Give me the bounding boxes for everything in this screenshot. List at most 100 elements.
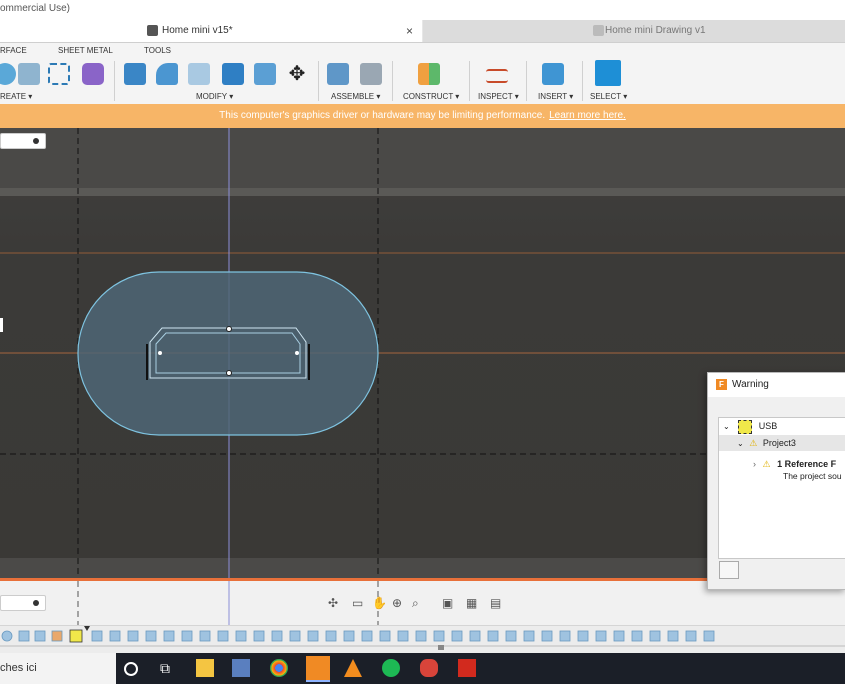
timeline-feature[interactable] [343,630,355,642]
timeline-feature[interactable] [181,630,193,642]
timeline-feature[interactable] [379,630,391,642]
timeline-feature[interactable] [631,630,643,642]
timeline-feature[interactable] [145,630,157,642]
timeline-feature[interactable] [199,630,211,642]
construct-menu[interactable]: CONSTRUCT ▾ [403,92,459,101]
joint-icon[interactable] [360,63,382,85]
fusion-360-icon[interactable] [306,656,330,682]
sketch-point-bottom[interactable] [226,370,232,376]
workspace-tab-surface[interactable]: RFACE [0,46,27,55]
timeline-feature[interactable] [469,630,481,642]
timeline-feature[interactable] [325,630,337,642]
app-icon-red[interactable] [420,659,438,677]
timeline-feature[interactable] [217,630,229,642]
timeline-scroll-handle[interactable] [438,645,444,650]
timeline-marker-icon[interactable] [84,626,90,631]
insert-image-icon[interactable] [542,63,564,85]
timeline-feature[interactable] [415,630,427,642]
tree-row-usb[interactable]: ⌄ USB [723,418,777,434]
tree-row-project3[interactable]: ⌄ ⚠ Project3 [719,435,845,451]
slot-profile[interactable] [77,271,379,436]
select-menu[interactable]: SELECT ▾ [590,92,627,101]
dialog-header[interactable]: F Warning [708,373,845,397]
timeline-feature[interactable] [487,630,499,642]
timeline-active-sketch[interactable] [69,629,83,643]
insert-menu[interactable]: INSERT ▾ [538,92,573,101]
timeline-feature[interactable] [703,630,715,642]
timeline-feature[interactable] [559,630,571,642]
timeline-feature[interactable] [613,630,625,642]
timeline-feature[interactable] [34,630,46,642]
select-icon[interactable] [595,60,621,86]
press-pull-icon[interactable] [124,63,146,85]
timeline-feature[interactable] [127,630,139,642]
timeline-feature[interactable] [577,630,589,642]
modify-menu[interactable]: MODIFY ▾ [196,92,233,101]
spotify-icon[interactable] [382,659,400,677]
measure-icon[interactable] [486,69,508,83]
new-component-icon[interactable] [327,63,349,85]
sketch-point-top[interactable] [226,326,232,332]
copy-icon[interactable] [719,561,739,579]
display-settings-icon[interactable]: ▣ [442,596,453,610]
timeline-feature[interactable] [307,630,319,642]
fillet-icon[interactable] [156,63,178,85]
timeline-feature[interactable] [271,630,283,642]
assemble-menu[interactable]: ASSEMBLE ▾ [331,92,380,101]
timeline-feature[interactable] [433,630,445,642]
timeline-feature[interactable] [253,630,265,642]
timeline-feature[interactable] [109,630,121,642]
combine-icon[interactable] [222,63,244,85]
offset-plane-icon[interactable] [418,63,440,85]
timeline-feature[interactable] [163,630,175,642]
zoom-icon[interactable]: ⊕ [392,596,402,610]
learn-more-link[interactable]: Learn more here. [549,110,626,121]
close-icon[interactable]: × [406,20,413,42]
pan-icon[interactable]: ✋ [372,596,387,610]
orbit-icon[interactable]: ✣ [328,596,338,610]
move-icon[interactable]: ✥ [286,63,308,85]
chrome-icon[interactable] [270,659,288,677]
timeline-feature[interactable] [235,630,247,642]
tab-home-mini[interactable]: Home mini v15* × [0,20,422,42]
chevron-down-icon[interactable]: ⌄ [723,422,730,431]
timeline-feature[interactable] [523,630,535,642]
timeline-feature[interactable] [541,630,553,642]
chevron-down-icon[interactable]: ⌄ [737,439,744,448]
pattern-icon[interactable] [48,63,70,85]
timeline-feature[interactable] [361,630,373,642]
sketch-point-right[interactable] [295,351,299,355]
timeline-feature[interactable] [51,630,63,642]
cortana-icon[interactable] [124,662,138,676]
browser-panel-toggle[interactable] [0,133,46,149]
timeline-feature[interactable] [649,630,661,642]
shell-icon[interactable] [188,63,210,85]
timeline-feature[interactable] [595,630,607,642]
timeline-feature[interactable] [397,630,409,642]
timeline-feature[interactable] [685,630,697,642]
viewports-icon[interactable]: ▤ [490,596,501,610]
task-view-icon[interactable]: ⧉ [160,659,178,677]
timeline-feature[interactable] [667,630,679,642]
sketch-point-left[interactable] [158,351,162,355]
look-at-icon[interactable]: ▭ [352,596,363,610]
vlc-icon[interactable] [344,659,362,677]
timeline-feature[interactable] [451,630,463,642]
timeline-feature[interactable] [18,630,30,642]
taskbar-search-box[interactable]: ches ici [0,653,116,684]
chevron-right-icon[interactable]: › [753,459,756,469]
tab-home-mini-drawing[interactable]: Home mini Drawing v1 [423,20,845,42]
acrobat-icon[interactable] [458,659,476,677]
timeline-feature[interactable] [1,630,13,642]
fit-icon[interactable]: ⌕ [412,596,419,610]
timeline-feature[interactable] [505,630,517,642]
box-icon[interactable] [18,63,40,85]
create-menu[interactable]: REATE ▾ [0,92,32,101]
inspect-menu[interactable]: INSPECT ▾ [478,92,519,101]
grid-settings-icon[interactable]: ▦ [466,596,477,610]
workspace-tab-tools[interactable]: TOOLS [144,46,171,55]
workspace-tab-sheet-metal[interactable]: SHEET METAL [58,46,113,55]
split-body-icon[interactable] [254,63,276,85]
app-icon[interactable] [232,659,250,677]
file-explorer-icon[interactable] [196,659,214,677]
